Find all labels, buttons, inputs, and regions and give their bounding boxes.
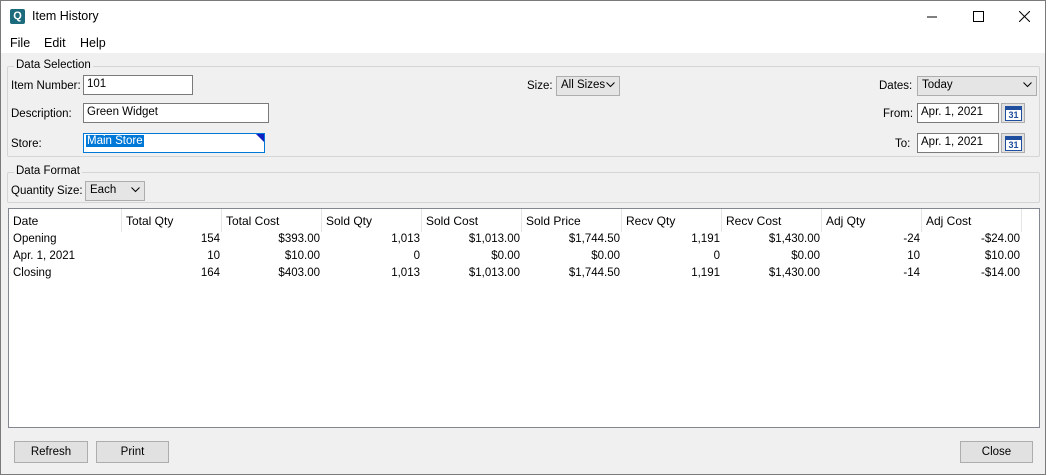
- store-label: Store:: [11, 138, 42, 150]
- table-cell: $0.00: [591, 250, 620, 262]
- column-header[interactable]: Total Cost: [222, 209, 322, 232]
- item-number-field[interactable]: 101: [83, 75, 193, 95]
- table-cell: 10: [907, 250, 920, 262]
- chevron-down-icon: [131, 187, 140, 193]
- close-window-button[interactable]: [1001, 1, 1046, 32]
- calendar-icon: 31: [1005, 136, 1022, 151]
- dates-label: Dates:: [879, 80, 913, 92]
- print-button[interactable]: Print: [96, 441, 169, 463]
- menu-file[interactable]: File: [10, 36, 30, 50]
- from-calendar-button[interactable]: 31: [1001, 103, 1025, 123]
- title-bar: Q Item History: [1, 1, 1045, 32]
- column-header[interactable]: Adj Qty: [822, 209, 922, 232]
- to-calendar-button[interactable]: 31: [1001, 133, 1025, 153]
- menu-bar: File Edit Help: [1, 32, 1045, 53]
- description-label: Description:: [11, 108, 72, 120]
- close-icon: [1018, 11, 1030, 22]
- column-header[interactable]: Sold Price: [522, 209, 622, 232]
- table-cell: $1,744.50: [568, 267, 620, 279]
- column-header[interactable]: Recv Cost: [722, 209, 822, 232]
- table-cell: $1,430.00: [768, 233, 820, 245]
- table-cell: $0.00: [491, 250, 520, 262]
- table-cell: $1,013.00: [468, 233, 520, 245]
- close-button[interactable]: Close: [960, 441, 1033, 463]
- table-cell: $1,013.00: [468, 267, 520, 279]
- data-selection-title: Data Selection: [14, 59, 93, 71]
- data-format-group: Data Format: [7, 165, 1040, 203]
- chevron-down-icon: [1023, 82, 1032, 88]
- table-cell: $1,430.00: [768, 267, 820, 279]
- column-header[interactable]: Adj Cost: [922, 209, 1022, 232]
- table-cell: -$14.00: [980, 267, 1020, 279]
- table-cell: 1,013: [391, 233, 420, 245]
- to-label: To:: [895, 138, 911, 150]
- column-header[interactable]: Recv Qty: [622, 209, 722, 232]
- quantity-size-label: Quantity Size:: [11, 185, 83, 197]
- size-label: Size:: [527, 80, 553, 92]
- table-cell: Closing: [13, 267, 52, 279]
- column-header[interactable]: Sold Qty: [322, 209, 422, 232]
- menu-help[interactable]: Help: [80, 36, 106, 50]
- dates-value: Today: [922, 79, 953, 91]
- size-dropdown[interactable]: All Sizes: [556, 76, 620, 96]
- table-cell: -14: [903, 267, 920, 279]
- table-cell: 1,191: [691, 267, 720, 279]
- chevron-down-icon: [606, 82, 615, 88]
- table-cell: 0: [413, 250, 420, 262]
- table-cell: $10.00: [284, 250, 320, 262]
- table-cell: 10: [207, 250, 220, 262]
- to-date-field[interactable]: Apr. 1, 2021: [917, 133, 999, 153]
- table-cell: $1,744.50: [568, 233, 620, 245]
- table-cell: Opening: [13, 233, 57, 245]
- maximize-icon: [972, 11, 984, 22]
- item-number-label: Item Number:: [11, 80, 81, 92]
- table-cell: 0: [713, 250, 720, 262]
- calendar-icon: 31: [1005, 106, 1022, 121]
- app-logo-icon: Q: [10, 9, 25, 24]
- table-cell: 1,191: [691, 233, 720, 245]
- description-field[interactable]: Green Widget: [83, 103, 269, 123]
- dates-dropdown[interactable]: Today: [917, 76, 1037, 96]
- table-cell: Apr. 1, 2021: [13, 250, 76, 262]
- store-value: Main Store: [86, 135, 144, 147]
- quantity-size-dropdown[interactable]: Each: [85, 181, 145, 201]
- minimize-icon: [927, 16, 937, 17]
- column-header[interactable]: Sold Cost: [422, 209, 522, 232]
- item-history-window: Q Item History File Edit Help Data Selec…: [0, 0, 1046, 475]
- table-cell: 154: [200, 233, 220, 245]
- table-cell: $0.00: [791, 250, 820, 262]
- menu-edit[interactable]: Edit: [44, 36, 66, 50]
- table-cell: -24: [903, 233, 920, 245]
- from-date-field[interactable]: Apr. 1, 2021: [917, 103, 999, 123]
- window-title: Item History: [32, 9, 99, 23]
- refresh-button[interactable]: Refresh: [14, 441, 88, 463]
- table-cell: -$24.00: [980, 233, 1020, 245]
- quantity-size-value: Each: [90, 184, 117, 196]
- data-format-title: Data Format: [14, 165, 82, 177]
- table-cell: $393.00: [278, 233, 320, 245]
- table-cell: $403.00: [278, 267, 320, 279]
- column-header[interactable]: Date: [9, 209, 122, 232]
- corner-marker-icon: [256, 134, 264, 142]
- maximize-button[interactable]: [955, 1, 1001, 32]
- table-cell: 164: [200, 267, 220, 279]
- table-cell: 1,013: [391, 267, 420, 279]
- minimize-button[interactable]: [909, 1, 955, 32]
- table-cell: $10.00: [984, 250, 1020, 262]
- item-history-table[interactable]: Date Total Qty Total Cost Sold Qty Sold Cost…: [8, 208, 1040, 428]
- column-header[interactable]: Total Qty: [122, 209, 222, 232]
- store-field[interactable]: Main Store: [83, 133, 265, 153]
- size-value: All Sizes: [561, 79, 606, 91]
- from-label: From:: [883, 108, 914, 120]
